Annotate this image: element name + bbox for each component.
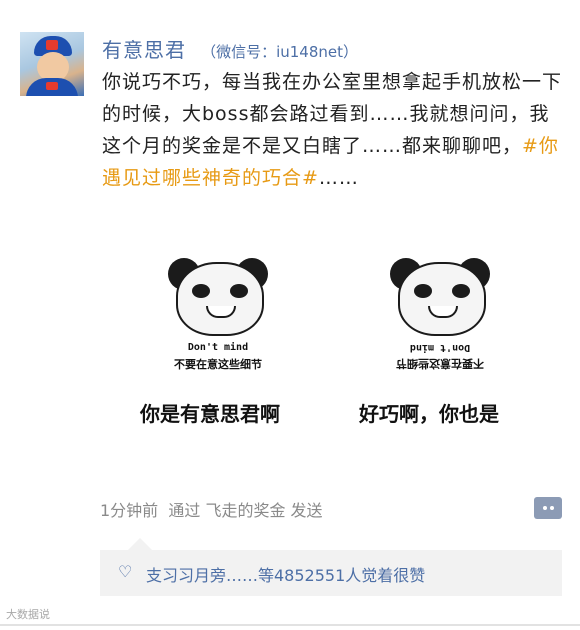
- meme-caption-en-flipped: Don't mind: [409, 342, 471, 353]
- watermark: 大数据说: [6, 608, 50, 621]
- panda-meme-image-left[interactable]: Don't mind 不要在意这些细节: [162, 250, 274, 371]
- post-header: 有意思君 （微信号：iu148net）: [102, 34, 358, 63]
- like-box-arrow: [128, 538, 152, 550]
- post-time: 1分钟前: [100, 501, 159, 520]
- post-via: 通过 飞走的奖金 发送: [168, 501, 323, 520]
- post-text-main: 你说巧不巧，每当我在办公室里想拿起手机放松一下的时候，大boss都会路过看到………: [102, 71, 563, 157]
- username-link[interactable]: 有意思君: [102, 38, 186, 62]
- post-meta: 1分钟前 通过 飞走的奖金 发送: [100, 497, 323, 521]
- post-text: 你说巧不巧，每当我在办公室里想拿起手机放松一下的时候，大boss都会路过看到………: [102, 66, 564, 194]
- wechat-id-label: （微信号：iu148net）: [201, 43, 359, 61]
- meme-caption-en: Don't mind: [187, 342, 249, 353]
- panda-face: [398, 262, 486, 336]
- heart-icon: ♡: [118, 562, 133, 581]
- comment-button[interactable]: [534, 497, 562, 519]
- comment-dots-icon: [542, 506, 547, 510]
- panda-meme-image-right[interactable]: Don't mind 不要在意这些细节: [384, 250, 496, 370]
- meme-caption-zh: 不要在意这些细节: [174, 358, 262, 371]
- meme-label-right: 好巧啊，你也是: [359, 402, 499, 426]
- post-text-tail: ……: [318, 167, 359, 189]
- panda-face: [176, 262, 264, 336]
- user-avatar[interactable]: [20, 32, 84, 96]
- meme-label-left: 你是有意思君啊: [140, 402, 280, 426]
- bottom-divider: [0, 624, 580, 626]
- likes-text[interactable]: 支习习月旁……等4852551人觉着很赞: [146, 562, 425, 586]
- meme-caption-zh-flipped: 不要在意这些细节: [396, 357, 484, 370]
- likes-box: ♡ 支习习月旁……等4852551人觉着很赞: [100, 550, 562, 596]
